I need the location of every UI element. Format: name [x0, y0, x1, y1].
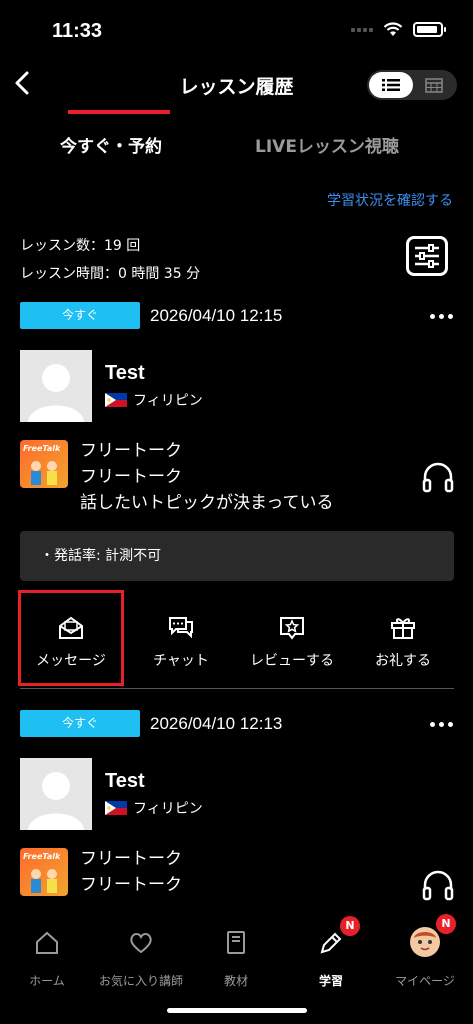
teacher-name[interactable]: Test	[105, 770, 145, 793]
notification-badge: N	[340, 916, 360, 936]
heart-icon	[130, 933, 152, 954]
view-toggle[interactable]	[367, 70, 457, 100]
tab-mypage-label: マイページ	[395, 974, 455, 988]
bottom-tab-bar: ホーム お気に入り講師 教材 N 学習 N マイページ	[0, 910, 473, 1024]
gift-icon	[391, 618, 415, 639]
tab-mypage[interactable]: N マイページ	[378, 914, 472, 998]
teacher-name[interactable]: Test	[105, 362, 145, 385]
review-star-icon	[280, 617, 304, 640]
thank-button[interactable]: お礼する	[352, 590, 454, 690]
course-title: フリートーク	[80, 441, 182, 461]
tab-underline	[68, 110, 170, 114]
home-indicator	[167, 1008, 307, 1013]
review-button[interactable]: レビューする	[240, 590, 344, 690]
course-thumbnail: FreeTalk	[20, 848, 68, 896]
tab-study-label: 学習	[318, 974, 343, 988]
list-view-button[interactable]	[369, 72, 413, 98]
course-thumbnail: FreeTalk	[20, 440, 68, 488]
lesson-actions: メッセージ チャット レビューする お礼する	[0, 590, 473, 690]
home-icon	[36, 931, 58, 954]
headphone-icon[interactable]	[421, 460, 455, 494]
tab-materials-label: 教材	[223, 974, 248, 988]
signal-icon	[351, 27, 373, 32]
people-illustration-icon	[31, 869, 57, 893]
teacher-country: フィリピン	[105, 798, 203, 818]
people-illustration-icon	[31, 461, 57, 485]
notification-badge: N	[436, 914, 456, 934]
tab-favorite-teachers[interactable]: お気に入り講師	[94, 918, 188, 998]
envelope-icon	[59, 616, 83, 639]
lesson-card: 今すぐ 2026/04/10 12:13 Test フィリピン FreeTalk…	[0, 708, 473, 908]
more-button[interactable]	[430, 722, 453, 727]
country-name: フィリピン	[133, 393, 203, 409]
filter-button[interactable]	[406, 236, 448, 276]
person-placeholder-icon	[28, 364, 84, 422]
course-info: フリートーク フリートーク	[80, 846, 182, 898]
book-icon	[227, 931, 245, 954]
tab-study[interactable]: N 学習	[284, 916, 378, 998]
calendar-view-button[interactable]	[417, 74, 451, 96]
course-topic: 話したいトピックが決まっている	[80, 493, 334, 513]
check-progress-link[interactable]: 学習状況を確認する	[327, 190, 453, 210]
lesson-datetime: 2026/04/10 12:13	[150, 714, 283, 733]
calendar-icon	[425, 78, 443, 93]
more-button[interactable]	[430, 314, 453, 319]
avatar-icon	[410, 927, 440, 957]
wifi-icon	[383, 22, 403, 36]
lesson-type-badge: 今すぐ	[20, 710, 140, 737]
lesson-card: 今すぐ 2026/04/10 12:15 Test フィリピン FreeTalk…	[0, 300, 473, 690]
review-label: レビューする	[250, 653, 334, 669]
avatar[interactable]	[20, 758, 92, 830]
list-icon	[382, 79, 400, 91]
teacher-country: フィリピン	[105, 390, 203, 410]
lesson-tabs: 今すぐ・予約 LIVEレッスン視聴	[0, 110, 473, 170]
tab-home[interactable]: ホーム	[0, 918, 94, 998]
lesson-type-badge: 今すぐ	[20, 302, 140, 329]
message-label: メッセージ	[36, 653, 106, 669]
philippines-flag-icon	[105, 801, 127, 815]
avatar[interactable]	[20, 350, 92, 422]
status-bar: 11:33	[0, 0, 473, 60]
chat-button[interactable]: チャット	[130, 590, 232, 690]
lesson-datetime: 2026/04/10 12:15	[150, 306, 283, 325]
tab-home-label: ホーム	[29, 974, 65, 988]
message-button[interactable]: メッセージ	[20, 590, 122, 690]
thank-label: お礼する	[375, 653, 431, 669]
course-subtitle: フリートーク	[80, 875, 182, 895]
person-placeholder-icon	[28, 772, 84, 830]
tab-materials[interactable]: 教材	[189, 918, 283, 998]
status-icons	[351, 22, 446, 37]
tab-favorite-label: お気に入り講師	[98, 974, 183, 988]
nav-bar: レッスン履歴	[0, 60, 473, 110]
tab-now-booking[interactable]: 今すぐ・予約	[60, 132, 162, 157]
chat-icon	[169, 617, 193, 639]
country-name: フィリピン	[133, 801, 203, 817]
lesson-time: レッスン時間：0 時間 35 分	[20, 266, 201, 282]
pencil-icon	[320, 932, 342, 954]
lesson-stats: レッスン数：19 回 レッスン時間：0 時間 35 分	[20, 232, 200, 288]
chat-label: チャット	[153, 653, 209, 669]
sliders-icon	[415, 244, 439, 268]
course-subtitle: フリートーク	[80, 467, 182, 487]
tab-live-lesson[interactable]: LIVEレッスン視聴	[255, 132, 399, 157]
card-divider	[20, 688, 454, 689]
headphone-icon[interactable]	[421, 868, 455, 902]
course-info: フリートーク フリートーク 話したいトピックが決まっている	[80, 438, 333, 516]
philippines-flag-icon	[105, 393, 127, 407]
course-title: フリートーク	[80, 849, 182, 869]
speaking-rate-box: ・発話率: 計測不可	[20, 531, 454, 581]
battery-icon	[413, 22, 446, 37]
status-time: 11:33	[52, 20, 103, 42]
lesson-count: レッスン数：19 回	[20, 238, 141, 254]
